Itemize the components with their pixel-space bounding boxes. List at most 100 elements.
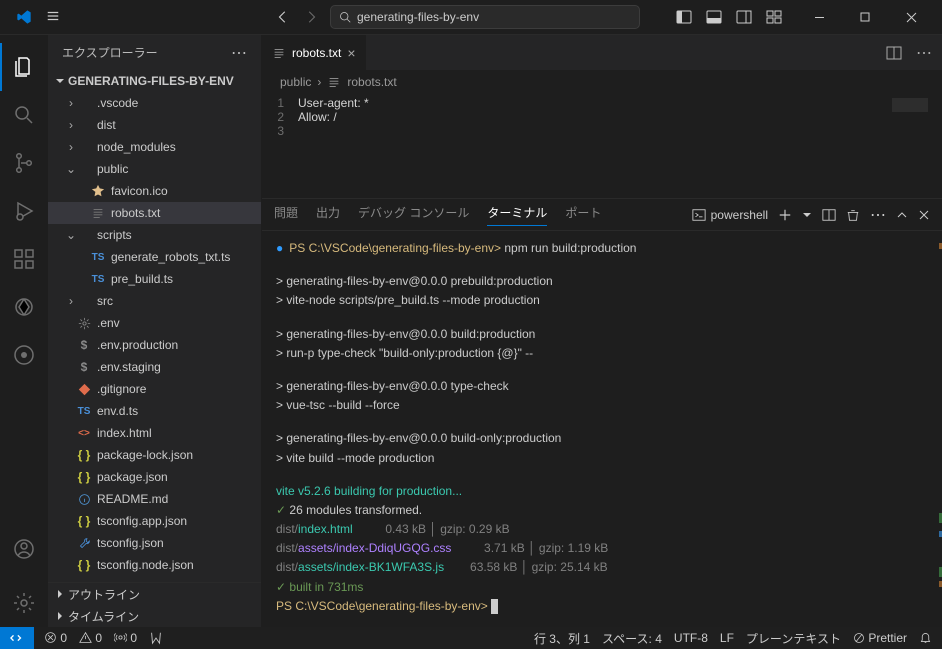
status-cursor[interactable]: 行 3、列 1	[534, 630, 590, 647]
status-prettier[interactable]: Prettier	[853, 631, 907, 645]
split-terminal-icon[interactable]	[822, 208, 836, 222]
tree-item-readme-md[interactable]: README.md	[48, 488, 261, 510]
breadcrumb-file: robots.txt	[347, 75, 396, 89]
toggle-primary-sidebar-icon[interactable]	[676, 9, 692, 25]
panel-tab-terminal[interactable]: ターミナル	[487, 204, 547, 226]
status-notifications-icon[interactable]	[919, 631, 932, 645]
tree-item--env[interactable]: .env	[48, 312, 261, 334]
ts-icon: TS	[90, 271, 106, 287]
breadcrumb-separator-icon: ›	[317, 75, 321, 89]
explorer-activity[interactable]	[0, 43, 48, 91]
terminal-prompt: PS C:\VSCode\generating-files-by-env>	[276, 599, 488, 613]
tree-item-label: public	[97, 162, 128, 176]
panel-tab-ports[interactable]: ポート	[565, 204, 601, 225]
terminal-output[interactable]: ●PS C:\VSCode\generating-files-by-env> n…	[262, 231, 942, 627]
tab-label: robots.txt	[292, 46, 341, 60]
status-warnings[interactable]: 0	[79, 631, 102, 645]
folder-icon	[76, 139, 92, 155]
tree-item--env-production[interactable]: $.env.production	[48, 334, 261, 356]
new-terminal-icon[interactable]	[778, 208, 792, 222]
tree-item-tsconfig-json[interactable]: tsconfig.json	[48, 532, 261, 554]
source-control-activity[interactable]	[0, 139, 48, 187]
braces-icon: { }	[76, 469, 92, 485]
maximize-button[interactable]	[842, 0, 888, 35]
close-panel-icon[interactable]	[918, 209, 930, 221]
run-debug-activity[interactable]	[0, 187, 48, 235]
tree-item-label: index.html	[97, 426, 152, 440]
panel-more-icon[interactable]: ⋯	[870, 205, 886, 225]
extensions-activity[interactable]	[0, 235, 48, 283]
terminal-shell-selector[interactable]: powershell	[692, 208, 768, 222]
status-encoding[interactable]: UTF-8	[674, 631, 708, 645]
minimap[interactable]	[892, 98, 928, 112]
search-activity[interactable]	[0, 91, 48, 139]
nav-arrows	[276, 10, 318, 24]
menu-icon[interactable]	[46, 9, 60, 26]
tree-item-pre-build-ts[interactable]: TSpre_build.ts	[48, 268, 261, 290]
close-button[interactable]	[888, 0, 934, 35]
ts-icon: TS	[76, 403, 92, 419]
tree-item-favicon-ico[interactable]: favicon.ico	[48, 180, 261, 202]
tree-item--env-staging[interactable]: $.env.staging	[48, 356, 261, 378]
folder-icon	[76, 117, 92, 133]
toggle-panel-icon[interactable]	[706, 9, 722, 25]
accounts-activity[interactable]	[0, 525, 48, 573]
terminal-line: dist/index.html 0.43 kB │ gzip: 0.29 kB	[276, 520, 928, 539]
timeline-section[interactable]: タイムライン	[48, 605, 261, 627]
folder-icon	[76, 293, 92, 309]
search-text: generating-files-by-env	[357, 10, 479, 24]
tree-item-src[interactable]: ›src	[48, 290, 261, 312]
tree-item-dist[interactable]: ›dist	[48, 114, 261, 136]
tree-item-scripts[interactable]: ⌄scripts	[48, 224, 261, 246]
terminal-icon	[692, 208, 706, 222]
braces-icon: { }	[76, 513, 92, 529]
terminal-dropdown-icon[interactable]	[802, 210, 812, 220]
settings-activity[interactable]	[0, 579, 48, 627]
tree-item--gitignore[interactable]: .gitignore	[48, 378, 261, 400]
gitlens-activity[interactable]	[0, 331, 48, 379]
tree-item-tsconfig-node-json[interactable]: { }tsconfig.node.json	[48, 554, 261, 576]
forward-icon[interactable]	[304, 10, 318, 24]
panel-tab-output[interactable]: 出力	[316, 204, 340, 225]
maximize-panel-icon[interactable]	[896, 209, 908, 221]
tree-item-index-html[interactable]: <>index.html	[48, 422, 261, 444]
outline-section[interactable]: アウトライン	[48, 583, 261, 605]
volar-activity[interactable]	[0, 283, 48, 331]
tab-robots-txt[interactable]: robots.txt ×	[262, 35, 367, 70]
tree-item-package-lock-json[interactable]: { }package-lock.json	[48, 444, 261, 466]
status-errors[interactable]: 0	[44, 631, 67, 645]
tree-item--vscode[interactable]: ›.vscode	[48, 92, 261, 114]
tree-item-package-json[interactable]: { }package.json	[48, 466, 261, 488]
tree-item-label: favicon.ico	[111, 184, 168, 198]
tree-item-robots-txt[interactable]: robots.txt	[48, 202, 261, 224]
tree-item-generate-robots-txt-ts[interactable]: TSgenerate_robots_txt.ts	[48, 246, 261, 268]
split-editor-icon[interactable]	[886, 45, 902, 61]
back-icon[interactable]	[276, 10, 290, 24]
customize-layout-icon[interactable]	[766, 9, 782, 25]
folder-root[interactable]: GENERATING-FILES-BY-ENV	[48, 70, 261, 92]
chevron-right-icon: ›	[66, 96, 76, 110]
remote-button[interactable]	[0, 627, 34, 649]
status-indent[interactable]: スペース: 4	[602, 630, 662, 647]
toggle-secondary-sidebar-icon[interactable]	[736, 9, 752, 25]
timeline-label: タイムライン	[68, 608, 139, 625]
tree-item-env-d-ts[interactable]: TSenv.d.ts	[48, 400, 261, 422]
status-language[interactable]: プレーンテキスト	[746, 630, 841, 647]
editor-more-icon[interactable]: ⋯	[916, 43, 932, 63]
minimize-button[interactable]	[796, 0, 842, 35]
panel-tab-debug[interactable]: デバッグ コンソール	[358, 204, 469, 225]
editor-area[interactable]: 1User-agent: *2Allow: /3	[262, 94, 942, 198]
kill-terminal-icon[interactable]	[846, 208, 860, 222]
tree-item-public[interactable]: ⌄public	[48, 158, 261, 180]
line-number: 3	[262, 124, 298, 138]
status-ports[interactable]: 0	[114, 631, 137, 645]
tab-close-icon[interactable]: ×	[347, 45, 355, 61]
status-live-icon[interactable]	[149, 631, 163, 646]
tree-item-tsconfig-app-json[interactable]: { }tsconfig.app.json	[48, 510, 261, 532]
command-center[interactable]: generating-files-by-env	[330, 5, 640, 29]
panel-tab-problems[interactable]: 問題	[274, 204, 298, 225]
tree-item-node-modules[interactable]: ›node_modules	[48, 136, 261, 158]
sidebar-more-icon[interactable]: ⋯	[231, 43, 247, 63]
breadcrumb[interactable]: public › robots.txt	[262, 70, 942, 94]
status-eol[interactable]: LF	[720, 631, 734, 645]
